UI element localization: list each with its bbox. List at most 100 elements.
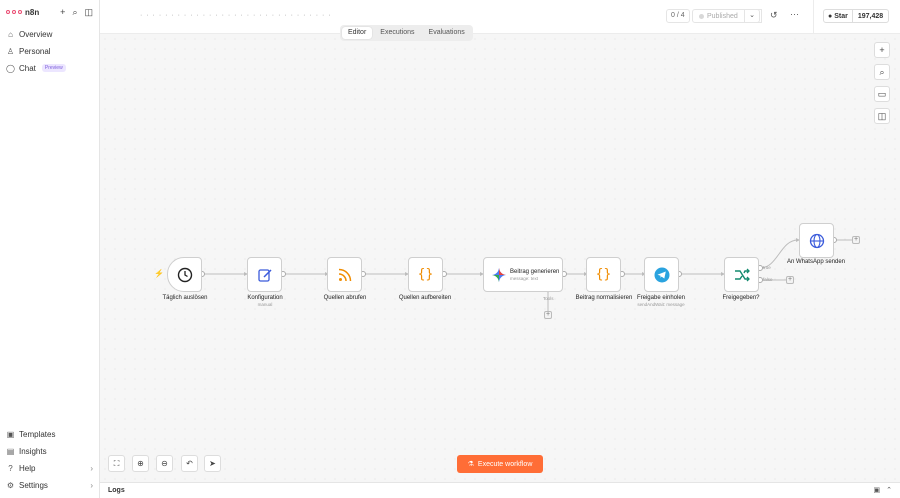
node-subtitle: sendAndWait: message [637,302,685,307]
rss-icon [338,268,351,281]
sidebar-item-label: Insights [19,446,47,456]
chevron-right-icon: › [90,463,93,473]
zoom-out-icon[interactable]: ⊖ [156,455,173,472]
node-beitrag-normalisieren[interactable]: {} [586,257,621,292]
lightning-icon: ⚡ [154,269,164,278]
add-node-icon[interactable]: + [874,42,890,58]
sidebar-item-help[interactable]: ? Help › [6,461,93,475]
node-whatsapp-senden[interactable] [799,223,834,258]
execute-workflow-button[interactable]: ⚗ Execute workflow [457,455,543,473]
sidebar-item-label: Help [19,463,36,473]
search-icon[interactable]: ⌕ [874,64,890,80]
true-label: true [763,265,771,270]
top-bar: · · · · · · · · · · · · · · · · · · · · … [100,0,900,34]
node-title: Täglich auslösen [162,295,208,301]
star-count: 197,428 [857,12,884,20]
sidebar-item-chat[interactable]: ◯ Chat Preview [6,61,93,75]
sticky-note-icon[interactable]: ▭ [874,86,890,102]
workflow-name[interactable]: · · · · · · · · · · · · · · · · · · · · … [140,12,332,19]
settings-icon: ⚙ [6,480,15,490]
tab-editor[interactable]: Editor [342,27,373,39]
undo-icon[interactable]: ↶ [181,455,198,472]
panel-icon[interactable]: ◫ [874,108,890,124]
node-title: Konfiguration [247,295,283,301]
logo[interactable]: n8n [6,8,39,17]
node-taeglich-ausloesen[interactable] [167,257,202,292]
clock-icon [177,267,192,282]
templates-icon: ▣ [6,429,15,439]
node-title: Quellen abrufen [323,295,367,301]
sidebar-item-label: Personal [19,46,51,56]
node-title: Freigabe einholen [636,295,686,301]
flask-icon: ⚗ [467,461,474,468]
node-title: Quellen aufbereiten [398,295,452,301]
app-name: n8n [25,7,40,17]
tools-label: Tools [543,296,554,301]
edit-icon [257,268,272,282]
preview-badge: Preview [41,64,66,72]
sidebar-item-insights[interactable]: ▤ Insights [6,444,93,458]
sidebar-item-label: Templates [19,429,56,439]
add-node-button[interactable]: + [786,276,794,284]
code-icon: {} [595,267,612,282]
github-star-button[interactable]: ● Star 197,428 [823,9,890,23]
node-title: An WhatsApp senden [786,259,846,265]
toggle-sidebar-icon[interactable]: ◫ [84,7,93,18]
home-icon: ⌂ [8,29,13,39]
divider [813,0,814,34]
sidebar-item-label: Chat [19,63,36,73]
node-beitrag-generieren[interactable]: Beitrag generieren message: text [483,257,563,292]
sidebar-item-label: Overview [19,29,53,39]
gemini-icon [492,267,506,282]
view-tabs: Editor Executions Evaluations [340,25,473,41]
sidebar-item-settings[interactable]: ⚙ Settings › [6,478,93,492]
chevron-down-icon[interactable]: ⌄ [744,9,760,23]
node-subtitle: message: text [510,275,539,281]
more-options-icon[interactable]: ··· [790,9,799,19]
popout-icon[interactable]: ▣ [874,486,881,494]
history-icon[interactable]: ↺ [770,10,778,21]
search-icon[interactable]: ⌕ [72,7,77,18]
github-icon: ● [828,12,833,20]
user-icon: ♙ [6,46,15,56]
logs-panel[interactable]: Logs ▣ ⌃ [100,482,900,498]
expand-icon[interactable]: ⌃ [886,486,892,494]
chevron-right-icon: › [90,480,93,490]
branch-icon [734,268,750,281]
node-subtitle: manual [257,302,273,307]
globe-icon [809,233,824,248]
node-title: Freigegeben? [722,295,760,301]
publish-label: Published [707,12,738,20]
node-freigegeben[interactable] [724,257,759,292]
sidebar-item-templates[interactable]: ▣ Templates [6,427,93,441]
node-quellen-abrufen[interactable] [327,257,362,292]
active-counter: 0 / 4 [666,9,690,23]
n8n-logo-icon [6,8,22,16]
node-quellen-aufbereiten[interactable]: {} [408,257,443,292]
help-icon: ? [8,463,13,473]
add-node-button[interactable]: + [852,236,860,244]
sidebar-item-overview[interactable]: ⌂ Overview [6,27,93,41]
add-tool-button[interactable]: + [544,311,552,319]
sidebar-item-personal[interactable]: ♙ Personal [6,44,93,58]
node-title: Beitrag generieren [510,268,560,275]
pointer-icon[interactable]: ➤ [204,455,221,472]
fit-view-icon[interactable]: ⛶ [108,455,125,472]
star-label: Star [834,12,848,20]
false-label: false [763,277,773,282]
telegram-icon [654,267,669,282]
sidebar: n8n + ⌕ ◫ ⌂ Overview ♙ Personal ◯ Chat P… [0,0,100,498]
code-icon: {} [417,267,434,282]
logs-label: Logs [108,487,125,494]
execute-label: Execute workflow [477,460,533,468]
tab-executions[interactable]: Executions [374,27,420,39]
sidebar-item-label: Settings [19,480,48,490]
zoom-in-icon[interactable]: ⊕ [132,455,149,472]
tab-evaluations[interactable]: Evaluations [423,27,471,39]
node-freigabe-einholen[interactable] [644,257,679,292]
node-konfiguration[interactable] [247,257,282,292]
add-icon[interactable]: + [60,7,65,18]
insights-icon: ▤ [6,446,15,456]
logo-row: n8n + ⌕ ◫ [6,6,93,18]
chat-icon: ◯ [6,63,15,73]
